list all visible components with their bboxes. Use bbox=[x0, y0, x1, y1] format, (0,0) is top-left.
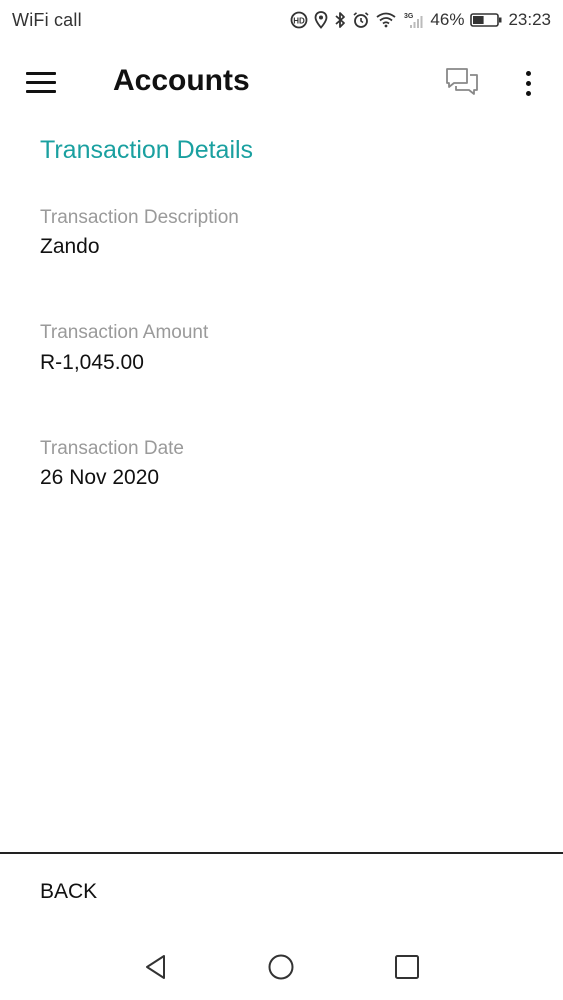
clock: 23:23 bbox=[508, 10, 551, 29]
signal-icon: 3G bbox=[402, 11, 424, 29]
more-vertical-icon[interactable] bbox=[517, 66, 539, 100]
footer-divider bbox=[0, 852, 563, 854]
chat-icon[interactable] bbox=[445, 66, 481, 100]
hd-call-icon: HD bbox=[290, 11, 308, 29]
location-icon bbox=[314, 11, 328, 29]
app-bar: Accounts bbox=[0, 52, 563, 112]
nav-recent-icon[interactable] bbox=[393, 953, 421, 981]
nav-back-icon[interactable] bbox=[142, 953, 170, 981]
svg-text:HD: HD bbox=[294, 17, 306, 26]
nav-home-icon[interactable] bbox=[267, 953, 295, 981]
transaction-date-label: Transaction Date bbox=[40, 438, 184, 459]
back-button[interactable]: BACK bbox=[40, 880, 97, 904]
transaction-amount-label: Transaction Amount bbox=[40, 322, 209, 343]
bluetooth-icon bbox=[334, 11, 346, 29]
wifi-icon bbox=[376, 12, 396, 28]
carrier-label: WiFi call bbox=[12, 9, 82, 30]
section-title: Transaction Details bbox=[40, 136, 254, 164]
battery-percent: 46% bbox=[430, 10, 465, 29]
battery-icon bbox=[470, 12, 502, 28]
transaction-amount-value: R-1,045.00 bbox=[40, 351, 144, 374]
menu-icon[interactable] bbox=[26, 67, 62, 97]
transaction-date-value: 26 Nov 2020 bbox=[40, 466, 160, 489]
status-icons: HD 3G 46% 23:23 bbox=[290, 10, 551, 30]
network-type-label: 3G bbox=[404, 13, 414, 20]
system-nav-bar bbox=[0, 935, 563, 1000]
transaction-description-value: Zando bbox=[40, 235, 100, 258]
screen: WiFi call HD 3G 46% 23:23 Accounts Trans… bbox=[0, 0, 563, 1000]
status-bar: WiFi call HD 3G 46% 23:23 bbox=[0, 0, 563, 40]
alarm-icon bbox=[352, 11, 370, 29]
transaction-description-label: Transaction Description bbox=[40, 207, 239, 228]
page-title: Accounts bbox=[113, 64, 250, 97]
